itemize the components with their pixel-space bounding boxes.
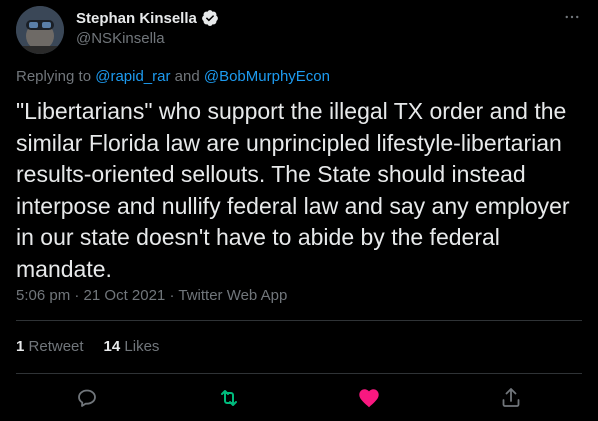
author-name-row: Stephan Kinsella [76,9,219,27]
avatar[interactable] [16,6,64,54]
retweet-label: Retweet [28,338,84,355]
like-count: 14 [103,338,121,355]
share-icon[interactable] [499,386,523,410]
tweet-time[interactable]: 5:06 pm [16,287,70,304]
replying-to-conjunction: and [174,68,200,85]
meta-separator: · [74,287,84,304]
tweet-detail: Stephan Kinsella @NSKinsella Replying to… [0,0,598,421]
mention-link[interactable]: @BobMurphyEcon [204,68,330,85]
action-bar [0,380,598,416]
reply-icon[interactable] [75,386,99,410]
retweet-count: 1 [16,338,25,355]
author-handle[interactable]: @NSKinsella [76,30,165,47]
like-stat[interactable]: 14 Likes [104,338,160,355]
mention-link[interactable]: @rapid_rar [95,68,170,85]
like-label: Likes [124,338,160,355]
more-dots [565,15,579,19]
verified-badge-icon [201,10,218,26]
engagement-stats: 1 Retweet 14 Likes [16,338,159,355]
divider [16,320,582,321]
divider [16,373,582,374]
retweet-icon[interactable] [217,386,241,410]
retweet-stat[interactable]: 1 Retweet [16,338,84,355]
tweet-date[interactable]: 21 Oct 2021 [84,287,166,304]
tweet-metadata: 5:06 pm · 21 Oct 2021 · Twitter Web App [16,287,287,304]
tweet-client[interactable]: Twitter Web App [178,287,287,304]
tweet-text: "Libertarians" who support the illegal T… [16,98,570,282]
avatar-image [16,6,64,54]
replying-to-line: Replying to @rapid_rar and @BobMurphyEco… [16,68,330,85]
author-display-name[interactable]: Stephan Kinsella [76,10,197,27]
more-horizontal-icon[interactable] [560,8,584,28]
replying-to-prefix: Replying to [16,68,92,85]
like-icon[interactable] [357,386,381,410]
